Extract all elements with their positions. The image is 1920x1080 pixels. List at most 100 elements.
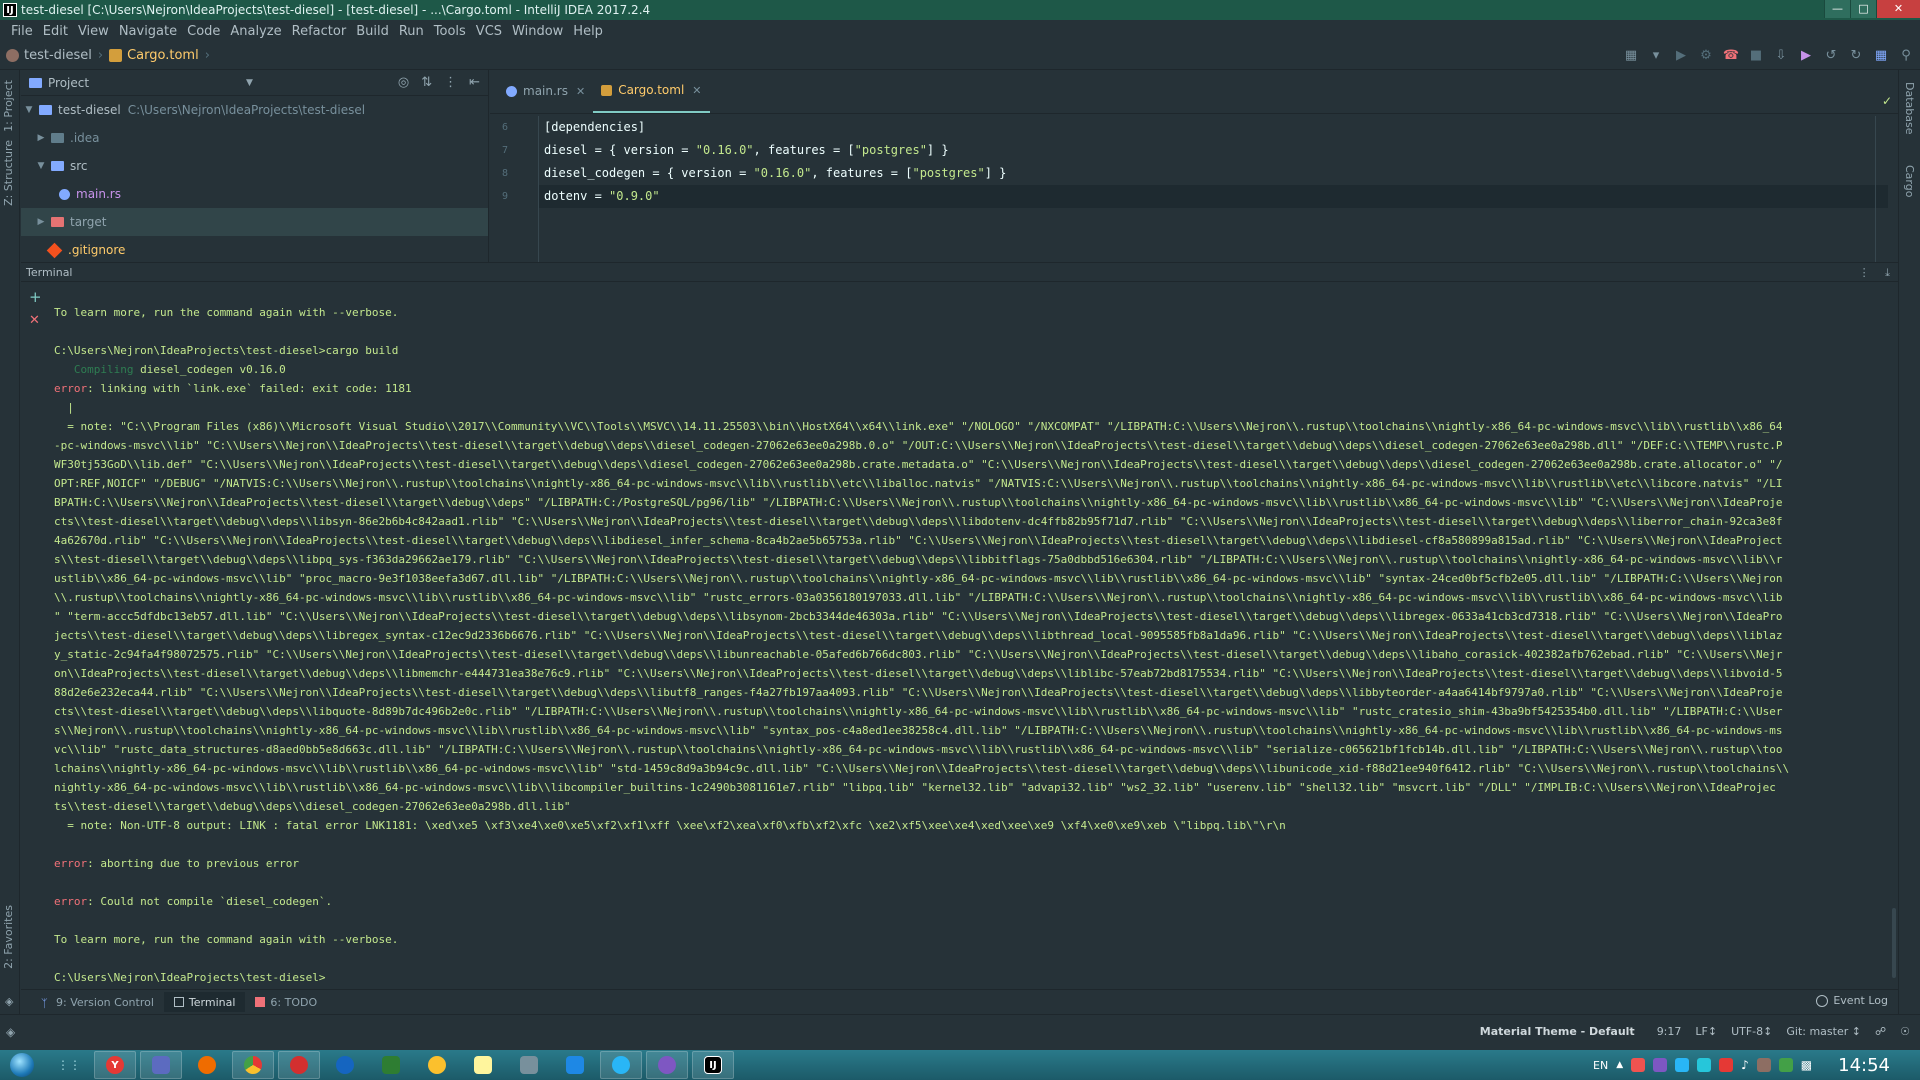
history-icon[interactable]: ↺ — [1823, 47, 1839, 63]
taskbar-viber[interactable] — [646, 1051, 688, 1079]
code-editor[interactable]: [dependencies] diesel = { version = "0.1… — [538, 116, 1888, 262]
taskbar-app[interactable] — [416, 1051, 458, 1079]
tray-app-icon[interactable] — [1697, 1058, 1712, 1072]
code-line[interactable]: [dependencies] — [539, 116, 1888, 139]
taskbar-app[interactable] — [508, 1051, 550, 1079]
commit-icon[interactable]: ▶ — [1798, 47, 1814, 63]
close-window-button[interactable]: ✕ — [1876, 0, 1920, 18]
chevron-down-icon[interactable]: ▼ — [246, 78, 253, 88]
tab-cargo[interactable]: Cargo — [1903, 165, 1916, 197]
settings-icon[interactable]: ⋮ — [1859, 266, 1870, 279]
volume-icon[interactable]: ♪ — [1741, 1058, 1749, 1072]
tray-app-icon[interactable] — [1675, 1058, 1690, 1072]
line-separator[interactable]: LF↕ — [1695, 1025, 1717, 1038]
maximize-button[interactable]: □ — [1850, 0, 1876, 18]
tray-app-icon[interactable] — [1778, 1058, 1793, 1072]
menu-run[interactable]: Run — [394, 24, 429, 39]
network-icon[interactable]: ▩ — [1801, 1058, 1812, 1072]
new-session-icon[interactable]: + — [29, 288, 42, 306]
breadcrumb-file[interactable]: Cargo.toml › — [109, 48, 210, 63]
lock-icon[interactable]: ☍ — [1875, 1025, 1886, 1038]
menu-navigate[interactable]: Navigate — [114, 24, 182, 39]
close-tab-icon[interactable]: ✕ — [576, 85, 585, 98]
run-icon[interactable]: ▶ — [1673, 47, 1689, 63]
taskbar-app[interactable] — [462, 1051, 504, 1079]
hide-panel-icon[interactable]: ⤓ — [1885, 266, 1890, 279]
menu-help[interactable]: Help — [568, 24, 608, 39]
tab-terminal[interactable]: Terminal — [163, 992, 246, 1012]
close-session-icon[interactable]: ✕ — [29, 313, 40, 328]
chevron-right-icon[interactable]: ▶ — [35, 133, 47, 143]
code-line-current[interactable]: dotenv = "0.9.0" — [539, 185, 1888, 208]
language-indicator[interactable]: EN — [1593, 1059, 1608, 1072]
code-line[interactable]: diesel = { version = "0.16.0", features … — [539, 139, 1888, 162]
inspector-icon[interactable]: ☉ — [1900, 1025, 1910, 1038]
menu-build[interactable]: Build — [351, 24, 394, 39]
collapse-all-icon[interactable]: ⇅ — [421, 75, 432, 90]
tab-database[interactable]: Database — [1903, 82, 1916, 135]
chevron-down-icon[interactable]: ▼ — [35, 161, 47, 171]
chevron-right-icon[interactable]: ▶ — [35, 217, 47, 227]
tray-app-icon[interactable] — [1756, 1058, 1771, 1072]
search-icon[interactable]: ⚲ — [1898, 47, 1914, 63]
close-tab-icon[interactable]: ✕ — [692, 84, 701, 97]
file-encoding[interactable]: UTF-8↕ — [1731, 1025, 1772, 1038]
tray-app-icon[interactable] — [1631, 1058, 1646, 1072]
caret-position[interactable]: 9:17 — [1657, 1025, 1682, 1038]
taskbar-yandex[interactable]: Y — [94, 1051, 136, 1079]
run-config-dropdown-icon[interactable]: ▾ — [1648, 47, 1664, 63]
tree-item-src[interactable]: ▼ src — [21, 152, 488, 180]
chevron-down-icon[interactable]: ▼ — [23, 105, 35, 115]
taskbar-firefox[interactable] — [186, 1051, 228, 1079]
taskbar-explorer[interactable] — [140, 1051, 182, 1079]
tab-todo[interactable]: 6: TODO — [245, 992, 327, 1012]
start-button[interactable] — [0, 1050, 44, 1080]
taskbar-intellij[interactable]: IJ — [692, 1051, 734, 1079]
taskbar-chrome[interactable] — [232, 1051, 274, 1079]
code-line[interactable]: diesel_codegen = { version = "0.16.0", f… — [539, 162, 1888, 185]
minimize-button[interactable]: — — [1824, 0, 1850, 18]
settings-icon[interactable]: ⋮ — [444, 75, 457, 90]
settings-icon[interactable]: ▦ — [1873, 47, 1889, 63]
terminal-panel[interactable]: + ✕ To learn more, run the command again… — [21, 283, 1898, 988]
tree-item-root[interactable]: ▼ test-diesel C:\Users\Nejron\IdeaProjec… — [21, 96, 488, 124]
inspection-ok-icon[interactable]: ✓ — [1882, 94, 1892, 108]
menu-window[interactable]: Window — [507, 24, 568, 39]
theme-indicator[interactable]: Material Theme - Default — [1472, 1025, 1643, 1038]
layers-icon[interactable]: ◈ — [6, 1025, 15, 1039]
tree-item-idea[interactable]: ▶ .idea — [21, 124, 488, 152]
tray-app-icon[interactable] — [1719, 1058, 1734, 1072]
tab-structure[interactable]: Z: Structure — [2, 140, 15, 206]
menu-vcs[interactable]: VCS — [471, 24, 507, 39]
tab-cargo-toml[interactable]: Cargo.toml ✕ — [593, 69, 710, 113]
taskbar-vscode[interactable] — [554, 1051, 596, 1079]
tree-item-main-rs[interactable]: main.rs — [21, 180, 488, 208]
taskbar-telegram[interactable] — [600, 1051, 642, 1079]
taskbar-app[interactable] — [324, 1051, 366, 1079]
tool-windows-toggle-icon[interactable]: ◈ — [5, 995, 13, 1008]
project-structure-icon[interactable]: ▦ — [1623, 47, 1639, 63]
taskbar-app[interactable] — [370, 1051, 412, 1079]
hide-panel-icon[interactable]: ⇤ — [469, 75, 480, 90]
menu-edit[interactable]: Edit — [38, 24, 73, 39]
debug-icon[interactable]: ⚙ — [1698, 47, 1714, 63]
breadcrumb-project[interactable]: test-diesel › — [6, 48, 103, 63]
stop-icon[interactable]: ■ — [1748, 47, 1764, 63]
terminal-scrollbar[interactable] — [1892, 908, 1896, 978]
taskbar-grid[interactable]: ⋮⋮ — [48, 1051, 90, 1079]
tray-app-icon[interactable] — [1653, 1058, 1668, 1072]
clock[interactable]: 14:54 — [1838, 1055, 1890, 1076]
menu-code[interactable]: Code — [182, 24, 225, 39]
menu-refactor[interactable]: Refactor — [287, 24, 352, 39]
terminal-output[interactable]: To learn more, run the command again wit… — [54, 303, 1906, 987]
menu-file[interactable]: File — [6, 24, 38, 39]
locate-icon[interactable]: ◎ — [398, 75, 409, 90]
tab-favorites[interactable]: 2: Favorites — [2, 905, 15, 969]
tree-item-target[interactable]: ▶ target — [21, 208, 488, 236]
run-with-coverage-icon[interactable]: ☎ — [1723, 47, 1739, 63]
tab-main-rs[interactable]: main.rs ✕ — [498, 69, 593, 113]
menu-analyze[interactable]: Analyze — [225, 24, 286, 39]
revert-icon[interactable]: ↻ — [1848, 47, 1864, 63]
update-project-icon[interactable]: ⇩ — [1773, 47, 1789, 63]
tab-project[interactable]: 1: Project — [2, 80, 15, 132]
